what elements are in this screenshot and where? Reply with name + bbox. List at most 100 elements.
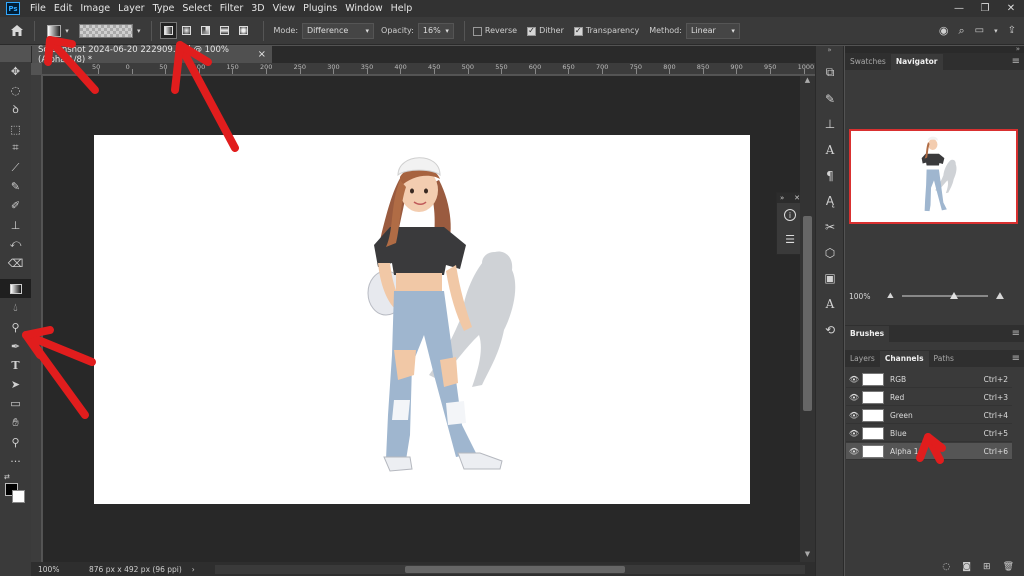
3d-button[interactable]: ⬡ <box>816 240 844 266</box>
tool-presets-button[interactable]: ✂ <box>816 214 844 240</box>
restore-button[interactable]: ❐ <box>972 0 998 17</box>
paragraph-button[interactable]: ¶ <box>816 163 844 189</box>
blur-tool[interactable]: 💧︎ <box>0 298 31 317</box>
tab-brushes[interactable]: Brushes <box>845 326 890 342</box>
canvas-area[interactable]: » ✕ i ☰ <box>43 76 800 562</box>
gradient-tool[interactable] <box>0 279 31 299</box>
menu-filter[interactable]: Filter <box>216 3 248 14</box>
share-icon[interactable]: ⇪ <box>1008 25 1016 36</box>
channel-row-blue[interactable]: 👁︎ Blue Ctrl+5 <box>846 425 1012 442</box>
clone-stamp-tool[interactable]: ⊥ <box>0 216 31 235</box>
zoom-tool[interactable]: ⚲ <box>0 433 31 452</box>
channel-row-rgb[interactable]: 👁︎ RGB Ctrl+2 <box>846 371 1012 388</box>
document-canvas[interactable] <box>94 135 750 504</box>
properties-button[interactable]: ▣ <box>816 266 844 292</box>
horizontal-scrollbar[interactable] <box>215 564 805 574</box>
background-color[interactable] <box>12 489 25 503</box>
menu-image[interactable]: Image <box>76 3 114 14</box>
clone-source-button[interactable]: ⊥ <box>816 111 844 137</box>
path-select-tool[interactable]: ➤ <box>0 375 31 394</box>
marquee-tool[interactable]: ◌ <box>0 81 31 100</box>
opacity-input[interactable]: 16% ▾ <box>417 22 454 39</box>
tab-navigator[interactable]: Navigator <box>890 54 943 70</box>
zoom-out-icon[interactable]: ⛰︎ <box>887 291 894 301</box>
pen-tool[interactable]: ✒ <box>0 337 31 356</box>
menu-help[interactable]: Help <box>387 3 417 14</box>
scroll-down-arrow[interactable]: ▼ <box>800 550 815 562</box>
reverse-checkbox[interactable]: Reverse <box>472 26 517 36</box>
timeline-button[interactable]: ⟲ <box>816 317 844 343</box>
zoom-slider[interactable] <box>901 292 988 299</box>
healing-brush-tool[interactable]: ✎ <box>0 177 31 196</box>
eye-icon[interactable]: 👁︎ <box>846 375 862 384</box>
linear-gradient-button[interactable] <box>159 22 177 39</box>
character-button[interactable]: A <box>816 137 844 163</box>
rectangle-tool[interactable]: ▭ <box>0 394 31 413</box>
tool-preset-picker[interactable]: ▾ <box>43 24 73 37</box>
angle-gradient-button[interactable] <box>196 22 215 39</box>
glyphs-button[interactable]: Ą <box>816 188 844 214</box>
navigator-preview[interactable] <box>849 129 1018 224</box>
reverse-check-box[interactable] <box>472 27 482 36</box>
channel-row-green[interactable]: 👁︎ Green Ctrl+4 <box>846 407 1012 424</box>
reflected-gradient-button[interactable] <box>215 22 234 39</box>
gradient-picker[interactable]: ▾ <box>79 23 141 38</box>
close-tab-icon[interactable]: × <box>258 49 272 60</box>
eye-icon[interactable]: 👁︎ <box>846 411 862 420</box>
tab-swatches[interactable]: Swatches <box>845 54 891 70</box>
eye-icon[interactable]: 👁︎ <box>846 393 862 402</box>
menu-view[interactable]: View <box>269 3 300 14</box>
more-tools[interactable]: ··· <box>0 452 31 471</box>
close-window-button[interactable]: ✕ <box>998 0 1024 17</box>
panel-menu-icon[interactable]: ≡ <box>1012 54 1024 70</box>
scroll-thumb[interactable] <box>405 565 625 573</box>
save-selection-icon[interactable]: ◙ <box>962 562 971 572</box>
radial-gradient-button[interactable] <box>177 22 196 39</box>
transparency-check-box[interactable] <box>573 26 583 36</box>
menu-layer[interactable]: Layer <box>114 3 149 14</box>
eye-icon[interactable]: 👁︎ <box>846 429 862 438</box>
swap-colors-icon[interactable]: ⇄ <box>4 473 10 481</box>
delete-channel-icon[interactable]: 🗑︎ <box>1003 562 1014 572</box>
home-button[interactable] <box>0 24 34 37</box>
history-brush-tool[interactable]: ⤺ <box>0 235 31 254</box>
scroll-up-arrow[interactable]: ▲ <box>800 76 815 88</box>
document-tab[interactable]: Screenshot 2024-06-20 222909.psd @ 100% … <box>32 45 272 65</box>
hand-tool[interactable]: ✋︎ <box>0 413 31 432</box>
minimize-button[interactable]: — <box>946 0 972 17</box>
dither-checkbox[interactable]: Dither <box>527 26 564 36</box>
eyedropper-tool[interactable]: ⟋ <box>0 158 31 177</box>
zoom-slider-thumb[interactable] <box>949 292 958 299</box>
vertical-scrollbar[interactable]: ▲ ▼ <box>800 76 815 562</box>
scroll-thumb[interactable] <box>803 216 812 411</box>
lasso-tool[interactable]: ꝺ <box>0 100 31 119</box>
zoom-in-icon[interactable]: ⛰︎ <box>996 291 1004 302</box>
panel-menu-icon[interactable]: ≡ <box>1012 326 1024 342</box>
channel-row-red[interactable]: 👁︎ Red Ctrl+3 <box>846 389 1012 406</box>
move-tool[interactable]: ✥ <box>0 62 31 81</box>
type-tool[interactable]: T <box>0 356 31 375</box>
actions-button[interactable]: A <box>816 291 844 317</box>
menu-select[interactable]: Select <box>178 3 215 14</box>
diamond-gradient-button[interactable] <box>234 22 253 39</box>
search-icon[interactable]: ⌕ <box>958 24 964 38</box>
tab-paths[interactable]: Paths <box>929 351 959 367</box>
zoom-level[interactable]: 100% <box>31 565 71 574</box>
brush-tool[interactable]: ✐ <box>0 196 31 215</box>
adjustments-button[interactable]: ☰ <box>777 227 800 251</box>
history-panel-button[interactable]: ⧉ <box>816 60 844 86</box>
new-channel-icon[interactable]: ⊞ <box>983 562 991 572</box>
navigator-zoom-value[interactable]: 100% <box>849 292 887 301</box>
method-dropdown[interactable]: Linear ▾ <box>685 22 740 39</box>
workspace-icon[interactable]: ▭ <box>975 25 984 36</box>
eye-icon[interactable]: 👁︎ <box>846 447 862 456</box>
menu-type[interactable]: Type <box>149 3 179 14</box>
menu-plugins[interactable]: Plugins <box>299 3 341 14</box>
collapse-icon[interactable]: » <box>780 193 784 203</box>
panel-menu-icon[interactable]: ≡ <box>1012 351 1024 367</box>
info-button[interactable]: i <box>777 203 800 227</box>
dodge-tool[interactable]: ⚲ <box>0 317 31 336</box>
crop-tool[interactable]: ⌗ <box>0 139 31 158</box>
chevron-down-icon[interactable]: ▾ <box>994 27 998 35</box>
menu-3d[interactable]: 3D <box>247 3 268 14</box>
